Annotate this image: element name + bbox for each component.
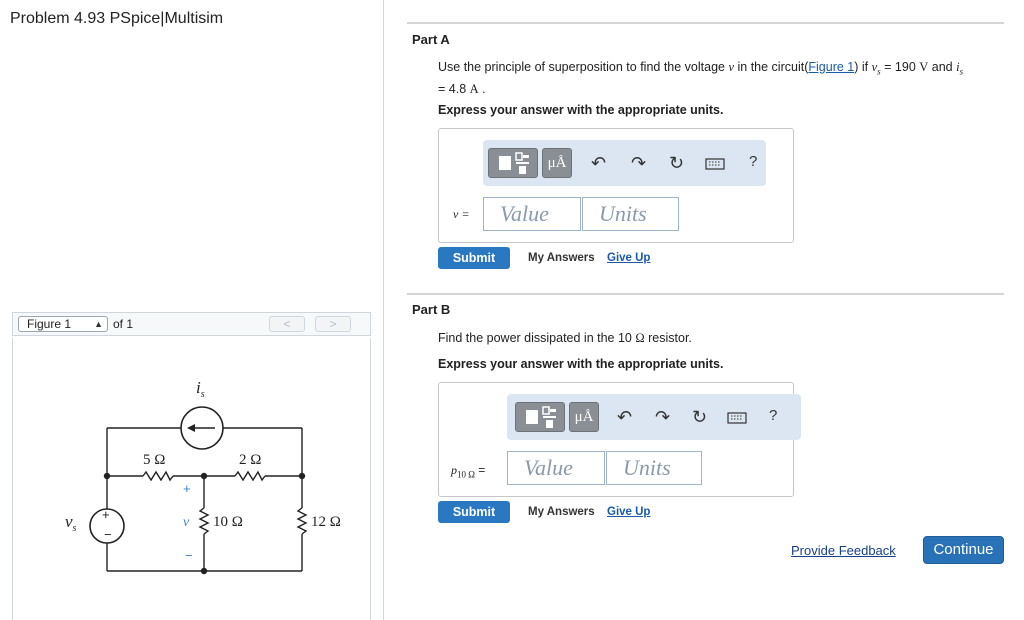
part-b-title: Part B: [412, 302, 451, 317]
r1-label: 5 Ω: [143, 452, 165, 468]
vs-label: vs: [65, 512, 77, 534]
divider: [407, 293, 1004, 295]
part-a-answer-box: μÅ ↶ ↷ ↻ ? v = Value Units: [438, 128, 794, 243]
continue-button[interactable]: Continue: [923, 536, 1004, 564]
templates-icon: [526, 406, 556, 428]
figure-prev-button[interactable]: <: [269, 316, 305, 332]
reset-icon[interactable]: ↻: [669, 152, 684, 174]
right-panel: Part A Use the principle of superpositio…: [385, 0, 1024, 620]
r4-label: 12 Ω: [311, 514, 341, 530]
part-a-question: Use the principle of superposition to fi…: [438, 60, 964, 96]
part-a-give-up[interactable]: Give Up: [607, 252, 650, 264]
templates-icon: [499, 152, 529, 174]
figure-select-value: Figure 1: [27, 317, 72, 331]
units-button[interactable]: μÅ: [569, 402, 599, 432]
part-b-give-up[interactable]: Give Up: [607, 506, 650, 518]
figure-1-link[interactable]: Figure 1: [808, 60, 854, 74]
part-b-submit-button[interactable]: Submit: [438, 501, 510, 523]
left-panel: Problem 4.93 PSpice|Multisim Figure 1 ▲ …: [0, 0, 384, 620]
part-b-var-label: p10 Ω =: [451, 463, 486, 480]
part-a-var-label: v =: [453, 207, 470, 221]
redo-icon[interactable]: ↷: [631, 152, 646, 174]
v-label: v: [183, 515, 190, 530]
part-a-toolbar: μÅ ↶ ↷ ↻ ?: [483, 140, 766, 186]
select-arrows-icon: ▲: [94, 319, 103, 329]
provide-feedback-link[interactable]: Provide Feedback: [791, 543, 896, 558]
problem-title: Problem 4.93 PSpice|Multisim: [10, 10, 224, 27]
undo-icon[interactable]: ↶: [617, 406, 632, 428]
part-b-instruction: Express your answer with the appropriate…: [438, 357, 724, 371]
r3-label: 10 Ω: [213, 514, 243, 530]
part-a-submit-button[interactable]: Submit: [438, 247, 510, 269]
figure-select[interactable]: Figure 1 ▲: [18, 316, 108, 332]
redo-icon[interactable]: ↷: [655, 406, 670, 428]
figure-panel: is 5 Ω 2 Ω 10 Ω 12 Ω vs + − v + −: [12, 338, 371, 620]
keyboard-icon[interactable]: [705, 154, 725, 176]
part-b-my-answers[interactable]: My Answers: [528, 506, 595, 518]
circuit-diagram: is 5 Ω 2 Ω 10 Ω 12 Ω vs + − v + −: [65, 378, 341, 575]
figure-next-button[interactable]: >: [315, 316, 351, 332]
reset-icon[interactable]: ↻: [692, 406, 707, 428]
help-icon[interactable]: ?: [749, 153, 757, 170]
templates-button[interactable]: [488, 148, 538, 178]
undo-icon[interactable]: ↶: [591, 152, 606, 174]
v-plus: +: [183, 481, 191, 496]
part-a-title: Part A: [412, 32, 450, 47]
part-b-question: Find the power dissipated in the 10 Ω re…: [438, 331, 692, 345]
part-a-units-input[interactable]: Units: [582, 197, 679, 231]
r2-label: 2 Ω: [239, 452, 261, 468]
is-label: is: [196, 378, 205, 400]
part-b-answer-box: μÅ ↶ ↷ ↻ ? p10 Ω = Value Units: [438, 382, 801, 497]
vs-minus: −: [104, 527, 112, 542]
part-a-instruction: Express your answer with the appropriate…: [438, 103, 724, 117]
divider: [407, 22, 1004, 24]
part-b-units-input[interactable]: Units: [606, 451, 702, 485]
part-b-value-input[interactable]: Value: [507, 451, 605, 485]
part-a-my-answers[interactable]: My Answers: [528, 252, 595, 264]
part-a-value-input[interactable]: Value: [483, 197, 581, 231]
figure-navigation-bar: Figure 1 ▲ of 1 < >: [12, 312, 371, 336]
templates-button[interactable]: [515, 402, 565, 432]
figure-count-label: of 1: [113, 317, 134, 331]
part-b-toolbar: μÅ ↶ ↷ ↻ ?: [507, 394, 801, 440]
units-button[interactable]: μÅ: [542, 148, 572, 178]
help-icon[interactable]: ?: [769, 407, 777, 424]
keyboard-icon[interactable]: [727, 408, 747, 430]
v-minus: −: [185, 548, 193, 563]
vs-plus: +: [102, 507, 110, 522]
